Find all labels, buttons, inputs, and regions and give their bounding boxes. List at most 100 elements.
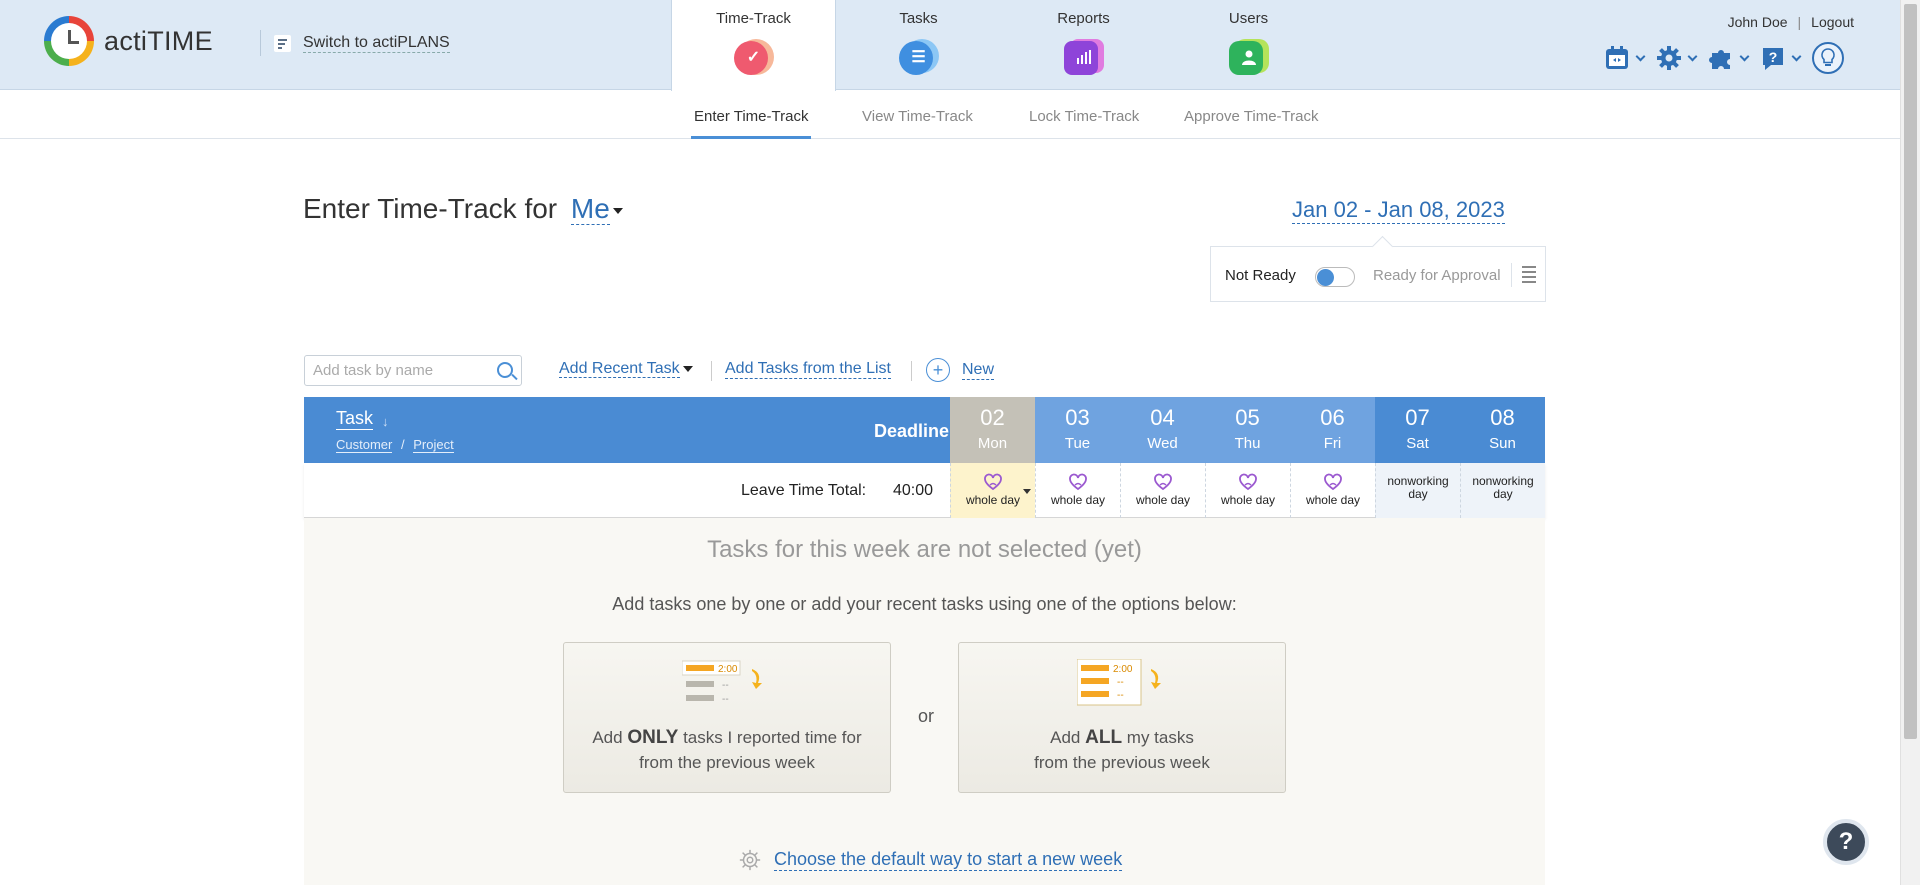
app-logo[interactable]: actiTIME	[44, 16, 213, 66]
option-text: Add ONLY tasks I reported time for from …	[592, 727, 862, 772]
illustration-dash: --	[1117, 690, 1124, 701]
leave-cell-sat: nonworking day	[1375, 463, 1460, 518]
add-only-reported-tasks-card[interactable]: 2:00 -- -- Add ONLY tasks I reported tim…	[563, 642, 891, 793]
new-task-label: New	[962, 360, 995, 380]
app-root: actiTIME Switch to actiPLANS Time-Track …	[0, 0, 1920, 885]
day-of-week: Mon	[977, 435, 1008, 452]
date-range-picker[interactable]: Jan 02 - Jan 08, 2023	[1292, 197, 1505, 224]
sub-navigation: Enter Time-Track View Time-Track Lock Ti…	[0, 91, 1900, 139]
add-all-tasks-card[interactable]: 2:00 -- -- Add ALL my tasks from the pre…	[958, 642, 1286, 793]
leave-cell-wed[interactable]: whole day	[1120, 463, 1205, 518]
app-name: actiTIME	[104, 25, 213, 56]
caret-down-icon	[682, 365, 693, 372]
vertical-scrollbar[interactable]	[1900, 0, 1920, 885]
nav-tab-reports[interactable]: Reports	[1001, 0, 1166, 90]
task-search-input[interactable]	[305, 356, 485, 385]
default-week-start-label: Choose the default way to start a new we…	[774, 849, 1123, 871]
day-number: 07	[1405, 405, 1430, 430]
day-header-thu[interactable]: 05 Thu	[1205, 397, 1290, 463]
project-sort[interactable]: Project	[413, 437, 454, 453]
day-of-week: Fri	[1323, 435, 1342, 452]
help-icon: ?	[1760, 45, 1786, 71]
user-name[interactable]: John Doe	[1728, 14, 1788, 30]
sort-arrow-icon[interactable]: ↓	[382, 414, 389, 429]
subtab-lock-time-track[interactable]: Lock Time-Track	[1029, 108, 1139, 125]
nav-tab-label: Tasks	[899, 10, 938, 27]
customer-sort[interactable]: Customer	[336, 437, 393, 453]
leave-time-label: Leave Time Total:	[741, 482, 867, 499]
nav-tab-label: Users	[1228, 10, 1269, 27]
task-list-illustration-icon: 2:00 -- --	[1076, 658, 1167, 709]
timetrack-grid-header: Task ↓ Customer / Project Deadline 02 Mo…	[304, 397, 1545, 463]
switch-to-actiplans[interactable]: Switch to actiPLANS	[260, 30, 450, 56]
separator: /	[400, 437, 405, 452]
bulb-icon[interactable]	[1812, 42, 1844, 74]
caret-down-icon[interactable]	[612, 207, 623, 214]
leave-heart-icon	[1324, 473, 1342, 491]
default-week-start-link[interactable]: Choose the default way to start a new we…	[738, 848, 1123, 872]
leave-cell-tue[interactable]: whole day	[1035, 463, 1120, 518]
day-number: 08	[1490, 405, 1515, 430]
day-number: 05	[1235, 405, 1260, 430]
day-header-wed[interactable]: 04 Wed	[1120, 397, 1205, 463]
day-of-week: Wed	[1147, 435, 1178, 452]
help-menu[interactable]: ?	[1760, 45, 1802, 71]
day-header-sun[interactable]: 08 Sun	[1460, 397, 1545, 463]
header-tools: ?	[1604, 42, 1844, 74]
customer-project-header: Customer / Project	[336, 437, 454, 453]
subtab-view-time-track[interactable]: View Time-Track	[862, 108, 973, 125]
subtab-enter-time-track[interactable]: Enter Time-Track	[690, 108, 812, 139]
illustration-dash: --	[1117, 677, 1124, 688]
page-title: Enter Time-Track for Me	[303, 193, 623, 225]
nav-tab-users[interactable]: Users	[1166, 0, 1331, 90]
nav-tab-time-track[interactable]: Time-Track ✓	[671, 0, 836, 91]
day-header-tue[interactable]: 03 Tue	[1035, 397, 1120, 463]
approval-toggle[interactable]	[1315, 267, 1355, 287]
option-text: Add ALL my tasks from the previous week	[1034, 727, 1210, 772]
approval-status-panel: Not Ready Ready for Approval	[1210, 246, 1546, 302]
list-icon[interactable]	[1511, 263, 1537, 287]
day-header-sat[interactable]: 07 Sat	[1375, 397, 1460, 463]
nav-tab-label: Time-Track	[716, 10, 791, 27]
caret-down-icon[interactable]	[1023, 489, 1031, 494]
user-select[interactable]: Me	[570, 193, 610, 225]
task-column-header[interactable]: Task	[336, 408, 374, 430]
actiplans-icon	[274, 34, 291, 52]
calendar-menu[interactable]	[1604, 45, 1646, 71]
leave-cell-fri[interactable]: whole day	[1290, 463, 1375, 518]
leave-cell-mon[interactable]: whole day	[950, 463, 1035, 518]
leave-type: whole day	[1220, 493, 1276, 507]
svg-text:?: ?	[1769, 49, 1778, 65]
day-header-fri[interactable]: 06 Fri	[1290, 397, 1375, 463]
subtab-approve-time-track[interactable]: Approve Time-Track	[1184, 108, 1318, 125]
calendar-icon	[1604, 45, 1630, 71]
add-recent-task[interactable]: Add Recent Task	[559, 360, 693, 378]
leave-type: nonworking day	[1472, 474, 1534, 501]
deadline-header: Deadline	[874, 421, 950, 441]
nav-tab-tasks[interactable]: Tasks ☰	[836, 0, 1001, 90]
illustration-dash: --	[722, 694, 729, 705]
scrollbar-thumb[interactable]	[1904, 4, 1917, 739]
leave-time-total: 40:00	[893, 482, 934, 499]
new-task-button[interactable]: + New	[926, 358, 995, 382]
user-area: John Doe | Logout	[1728, 14, 1854, 30]
leave-cell-thu[interactable]: whole day	[1205, 463, 1290, 518]
logout-link[interactable]: Logout	[1811, 14, 1854, 30]
settings-menu[interactable]	[1656, 45, 1698, 71]
leave-type: nonworking day	[1387, 474, 1449, 501]
leave-type: whole day	[965, 493, 1021, 507]
addons-menu[interactable]	[1708, 45, 1750, 71]
leave-heart-icon	[1154, 473, 1172, 491]
illustration-time: 2:00	[718, 664, 738, 675]
task-search	[304, 355, 522, 386]
day-header-mon[interactable]: 02 Mon	[950, 397, 1035, 463]
divider	[911, 361, 912, 381]
leave-heart-icon	[1239, 473, 1257, 491]
search-icon[interactable]	[497, 362, 513, 378]
help-button[interactable]: ?	[1823, 819, 1869, 865]
separator: |	[1797, 14, 1802, 30]
main-nav: Time-Track ✓ Tasks ☰ Reports Users	[671, 0, 1331, 91]
day-of-week: Tue	[1064, 435, 1091, 452]
add-tasks-from-list[interactable]: Add Tasks from the List	[725, 360, 891, 379]
or-label: or	[918, 706, 935, 726]
